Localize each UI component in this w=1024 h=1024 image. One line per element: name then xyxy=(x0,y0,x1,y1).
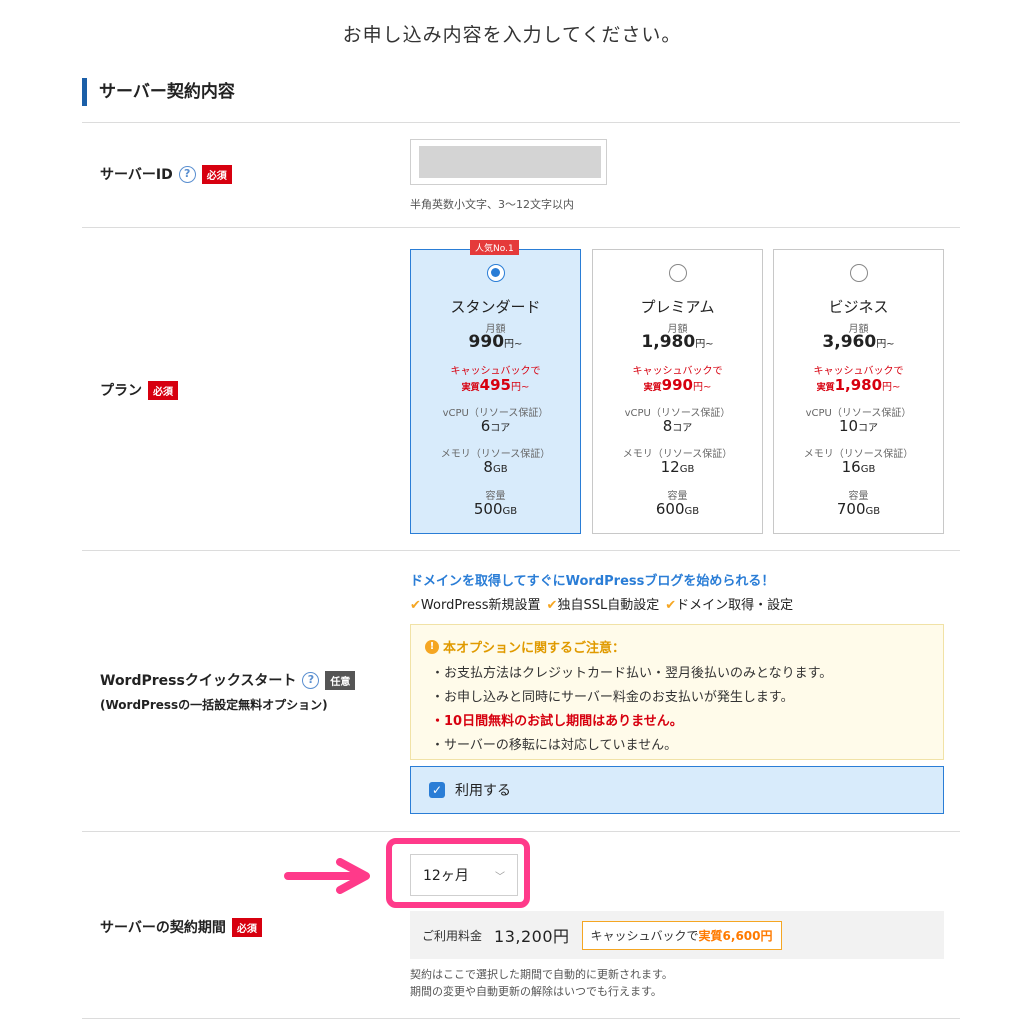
notice-item: ・お申し込みと同時にサーバー料金のお支払いが発生します。 xyxy=(431,690,794,705)
divider xyxy=(82,227,960,228)
check-icon: ✔ xyxy=(410,598,421,613)
radio-button[interactable] xyxy=(849,264,868,282)
memory-value: 12GB xyxy=(660,458,695,476)
period-label-group: サーバーの契約期間 必須 xyxy=(100,917,262,937)
server-id-input[interactable] xyxy=(410,139,607,185)
check-icon: ✔ xyxy=(665,598,677,613)
notice-title: ! 本オプションに関するご注意： xyxy=(425,637,929,656)
real-price: 実質1,980円~ xyxy=(816,376,901,394)
divider xyxy=(82,1018,960,1019)
memory-value: 8GB xyxy=(483,458,508,476)
wordpress-label-group: WordPressクイックスタート ? 任意 xyxy=(100,670,356,690)
plan-card[interactable]: ビジネス 月額 3,960円~ キャッシュバックで 実質1,980円~ vCPU（リソース… xyxy=(773,249,944,534)
plan-name: スタンダード xyxy=(450,298,541,316)
question-circle-icon[interactable]: ? xyxy=(178,165,196,183)
notice-box: ! 本オプションに関するご注意： ・お支払方法はクレジットカード払い・翌月後払いの… xyxy=(410,624,944,760)
plan-label: プラン xyxy=(100,383,142,399)
plan-name: プレミアム xyxy=(640,298,715,316)
plan-price: 3,960円~ xyxy=(822,332,895,352)
page-heading: お申し込み内容を入力してください。 xyxy=(342,24,682,46)
required-badge: 必須 xyxy=(148,380,178,400)
divider xyxy=(82,831,960,832)
optional-badge: 任意 xyxy=(325,670,356,690)
use-option-label: 利用する xyxy=(455,783,511,799)
cashback-note: キャッシュバックで xyxy=(450,366,541,377)
wordpress-features: ✔WordPress新規設置 ✔独自SSL自動設定 ✔ドメイン取得・設定 xyxy=(410,594,793,613)
question-circle-icon[interactable]: ? xyxy=(302,671,320,689)
server-id-hint: 半角英数小文字、3〜12文字以内 xyxy=(410,198,574,211)
plan-label-group: プラン 必須 xyxy=(100,380,178,400)
cashback-note: キャッシュバックで xyxy=(813,366,904,377)
use-option-toggle[interactable]: ✓ 利用する xyxy=(410,766,944,814)
feature-item: ✔ドメイン取得・設定 xyxy=(665,598,794,613)
section-title: サーバー契約内容 xyxy=(82,78,235,106)
server-id-label-group: サーバーID ? 必須 xyxy=(100,164,232,184)
disk-value: 700GB xyxy=(836,500,881,518)
period-label: サーバーの契約期間 xyxy=(100,920,226,936)
notice-item: ・10日間無料のお試し期間はありません。 xyxy=(431,714,683,729)
radio-button[interactable] xyxy=(486,264,505,282)
warning-icon: ! xyxy=(425,639,439,654)
divider xyxy=(82,122,960,123)
renewal-note: 契約はここで選択した期間で自動的に更新されます。 期間の変更や自動更新の解除はい… xyxy=(410,968,673,998)
memory-value: 16GB xyxy=(841,458,876,476)
cashback-box: キャッシュバックで実質6,600円 xyxy=(581,920,782,950)
plan-price: 990円~ xyxy=(468,332,523,352)
plan-card[interactable]: プレミアム 月額 1,980円~ キャッシュバックで 実質990円~ vCPU（リソース保… xyxy=(592,249,763,534)
disk-value: 600GB xyxy=(655,500,700,518)
cashback-note: キャッシュバックで xyxy=(632,366,723,377)
wordpress-sub-label: (WordPressの一括設定無料オプション) xyxy=(100,698,328,712)
popular-badge: 人気No.1 xyxy=(470,240,519,255)
radio-button[interactable] xyxy=(668,264,687,282)
divider xyxy=(82,550,960,551)
feature-item: ✔独自SSL自動設定 xyxy=(546,598,660,613)
cpu-value: 6コア xyxy=(480,417,511,435)
required-badge: 必須 xyxy=(201,164,232,184)
cpu-value: 8コア xyxy=(662,417,693,435)
notice-item: ・お支払方法はクレジットカード払い・翌月後払いのみとなります。 xyxy=(431,666,833,681)
wordpress-promo: ドメインを取得してすぐにWordPressブログを始められる！ xyxy=(410,574,775,589)
highlight-frame xyxy=(386,838,530,908)
feature-item: ✔WordPress新規設置 xyxy=(410,598,541,613)
cpu-value: 10コア xyxy=(838,417,879,435)
check-icon: ✔ xyxy=(546,598,558,613)
right-arrow-icon xyxy=(284,858,370,894)
plan-price: 1,980円~ xyxy=(641,332,714,352)
price-label: ご利用料金 xyxy=(422,928,483,943)
wordpress-label: WordPressクイックスタート xyxy=(100,673,297,689)
server-id-label: サーバーID xyxy=(100,167,173,183)
real-price: 実質990円~ xyxy=(643,376,712,394)
real-price: 実質495円~ xyxy=(461,376,530,394)
checkbox-checked-icon[interactable]: ✓ xyxy=(429,782,445,798)
plan-card[interactable]: スタンダード 月額 990円~ キャッシュバックで 実質495円~ vCPU（リソース保証… xyxy=(410,249,581,534)
plan-name: ビジネス xyxy=(828,298,889,316)
price-bar: ご利用料金 13,200円 キャッシュバックで実質6,600円 xyxy=(410,911,944,959)
redacted-value xyxy=(419,146,601,178)
required-badge: 必須 xyxy=(231,917,262,937)
notice-item: ・サーバーの移転には対応していません。 xyxy=(431,738,678,753)
price-value: 13,200円 xyxy=(494,927,570,946)
disk-value: 500GB xyxy=(473,500,518,518)
